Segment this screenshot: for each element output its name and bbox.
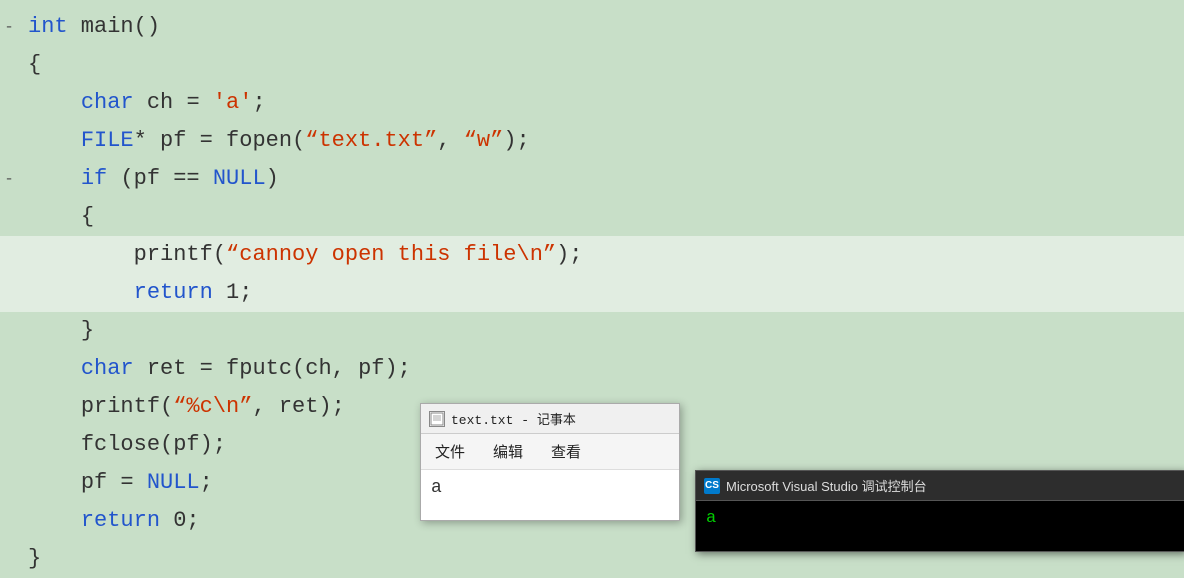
code-token: = [186, 90, 199, 115]
code-line: printf(“cannoy open this file\n”); [0, 236, 1184, 274]
notepad-text: a [431, 478, 442, 498]
line-content: FILE* pf = fopen(“text.txt”, “w”); [18, 122, 530, 160]
code-token: fputc(ch, pf); [213, 356, 411, 381]
vs-console-text: a [706, 509, 716, 528]
code-token: printf( [134, 242, 226, 267]
code-token: ch [134, 90, 187, 115]
code-line: FILE* pf = fopen(“text.txt”, “w”); [0, 122, 1184, 160]
code-token: = [200, 128, 213, 153]
notepad-popup[interactable]: text.txt - 记事本 文件 编辑 查看 a [420, 403, 680, 521]
code-token: 'a' [213, 90, 253, 115]
vs-icon: CS [704, 478, 720, 494]
code-token: FILE [81, 128, 134, 153]
code-token: “w” [464, 128, 504, 153]
line-content: fclose(pf); [18, 426, 226, 464]
code-token: return [134, 280, 213, 305]
code-token: ); [556, 242, 582, 267]
vs-console-content: a [696, 501, 1184, 551]
line-content: printf(“%c\n”, ret); [18, 388, 345, 426]
code-token: = [120, 470, 133, 495]
line-content: { [18, 198, 94, 236]
code-token: main [68, 14, 134, 39]
code-line: - if (pf == NULL) [0, 160, 1184, 198]
notepad-menubar: 文件 编辑 查看 [421, 434, 679, 470]
code-token [200, 90, 213, 115]
notepad-menu-file[interactable]: 文件 [421, 438, 479, 465]
line-content: return 0; [18, 502, 200, 540]
code-token: ; [252, 90, 265, 115]
code-token: int [28, 14, 68, 39]
notepad-content: a [421, 470, 679, 520]
vs-console-title: Microsoft Visual Studio 调试控制台 [726, 476, 927, 495]
code-token: () [134, 14, 160, 39]
notepad-title: text.txt - 记事本 [451, 409, 576, 428]
code-token: 0; [160, 508, 200, 533]
line-indicator: - [0, 8, 18, 46]
code-token: NULL [213, 166, 266, 191]
line-content: { [18, 46, 41, 84]
notepad-menu-edit[interactable]: 编辑 [479, 438, 537, 465]
code-token: “cannoy open this file\n” [226, 242, 556, 267]
notepad-icon [429, 411, 445, 427]
code-token: printf( [81, 394, 173, 419]
line-content: } [18, 540, 41, 578]
line-content: int main() [18, 8, 160, 46]
code-line: } [0, 312, 1184, 350]
code-token: fopen( [213, 128, 305, 153]
line-content: if (pf == NULL) [18, 160, 279, 198]
vs-console-titlebar: CS Microsoft Visual Studio 调试控制台 [696, 471, 1184, 501]
code-token: * pf [134, 128, 200, 153]
line-content: } [18, 312, 94, 350]
code-token: ret [134, 356, 200, 381]
code-token: ) [266, 166, 279, 191]
code-line: char ret = fputc(ch, pf); [0, 350, 1184, 388]
code-token: NULL [147, 470, 200, 495]
code-token: , ret); [252, 394, 344, 419]
code-line: char ch = 'a'; [0, 84, 1184, 122]
code-line: { [0, 198, 1184, 236]
line-content: char ret = fputc(ch, pf); [18, 350, 411, 388]
code-line: return 1; [0, 274, 1184, 312]
code-token: ; [200, 470, 213, 495]
vs-console-popup[interactable]: CS Microsoft Visual Studio 调试控制台 a [695, 470, 1184, 552]
code-token: ); [503, 128, 529, 153]
code-token: { [28, 52, 41, 77]
code-editor: -int main(){ char ch = 'a'; FILE* pf = f… [0, 0, 1184, 564]
code-token: = [200, 356, 213, 381]
code-token: == [173, 166, 199, 191]
line-indicator: - [0, 160, 18, 198]
code-token: , [437, 128, 463, 153]
code-token: return [81, 508, 160, 533]
line-content: char ch = 'a'; [18, 84, 266, 122]
code-token [200, 166, 213, 191]
code-token: } [28, 546, 41, 571]
code-token: “%c\n” [173, 394, 252, 419]
line-content: printf(“cannoy open this file\n”); [18, 236, 583, 274]
code-token: pf [81, 470, 121, 495]
code-token [134, 470, 147, 495]
code-line: { [0, 46, 1184, 84]
code-token: char [81, 356, 134, 381]
code-token: if [81, 166, 107, 191]
code-token: (pf [107, 166, 173, 191]
code-token: { [81, 204, 94, 229]
line-content: return 1; [18, 274, 252, 312]
code-token: “text.txt” [305, 128, 437, 153]
notepad-menu-view[interactable]: 查看 [537, 438, 595, 465]
code-token: fclose(pf); [81, 432, 226, 457]
line-content: pf = NULL; [18, 464, 213, 502]
code-token: 1; [213, 280, 253, 305]
notepad-titlebar: text.txt - 记事本 [421, 404, 679, 434]
code-token: } [81, 318, 94, 343]
code-token: char [81, 90, 134, 115]
code-line: -int main() [0, 8, 1184, 46]
